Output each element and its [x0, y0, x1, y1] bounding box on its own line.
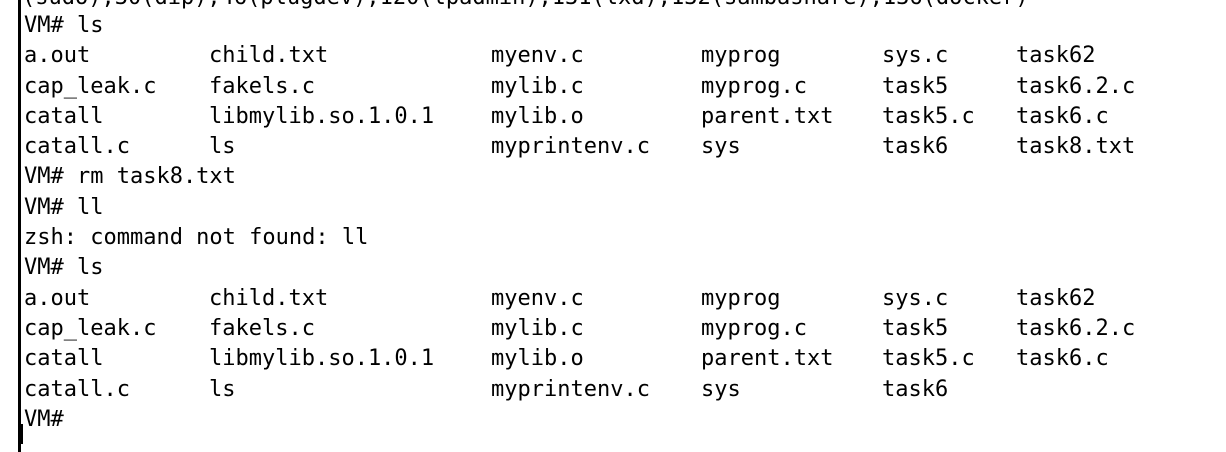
file-entry: myprog.c: [701, 73, 807, 99]
terminal-cursor: [18, 424, 23, 444]
ls-output-row: a.out child.txt myenv.c myprog sys.c task62: [24, 284, 1095, 314]
file-entry: task5.c: [882, 346, 975, 372]
file-entry: myprintenv.c: [491, 134, 650, 160]
ls-output-row: a.out child.txt myenv.c myprog sys.c task62: [24, 41, 1095, 71]
terminal-output: VM# ls a.out child.txt myenv.c myprog sys.c ta…: [24, 11, 1135, 435]
file-entry: task62: [1016, 43, 1096, 69]
ls-output-row: catall libmylib.so.1.0.1 mylib.o parent.txt…: [24, 344, 1109, 374]
file-entry: task6: [882, 134, 949, 160]
file-entry: child.txt: [209, 285, 329, 311]
file-entry: catall: [24, 346, 104, 372]
file-entry: ls: [209, 134, 236, 160]
file-entry: myprintenv.c: [491, 376, 650, 402]
file-entry: task5: [882, 73, 949, 99]
file-entry: sys: [701, 376, 741, 402]
command-line: VM# ls: [24, 13, 104, 38]
file-entry: task8.txt: [1016, 134, 1136, 160]
file-entry: a.out: [24, 285, 91, 311]
file-entry: myenv.c: [491, 285, 584, 311]
ls-output-row: catall.c ls myprintenv.c sys task6: [24, 375, 948, 405]
file-entry: cap_leak.c: [24, 315, 157, 341]
terminal-left-border: [18, 0, 21, 452]
file-entry: task6.2.c: [1016, 73, 1136, 99]
ls-output-row: catall.c ls myprintenv.c sys task6 task8.txt: [24, 132, 1135, 162]
output-line: zsh: command not found: ll: [24, 225, 369, 251]
file-entry: sys.c: [882, 43, 949, 69]
file-entry: cap_leak.c: [24, 73, 157, 99]
command-line: VM# ll: [24, 194, 104, 220]
file-entry: fakels.c: [209, 73, 315, 99]
file-entry: myprog: [701, 285, 781, 311]
file-entry: parent.txt: [701, 346, 834, 372]
file-entry: task6: [882, 376, 949, 402]
file-entry: catall.c: [24, 376, 130, 402]
ls-output-row: catall libmylib.so.1.0.1 mylib.o parent.txt…: [24, 102, 1109, 132]
command-line: VM# rm task8.txt: [24, 164, 236, 190]
command-line: VM#: [24, 406, 64, 432]
file-entry: myprog.c: [701, 315, 807, 341]
file-entry: parent.txt: [701, 103, 834, 129]
file-entry: child.txt: [209, 43, 329, 69]
file-entry: libmylib.so.1.0.1: [209, 103, 435, 129]
file-entry: myprog: [701, 43, 781, 69]
file-entry: ls: [209, 376, 236, 402]
file-entry: mylib.c: [491, 73, 584, 99]
file-entry: sys.c: [882, 285, 949, 311]
file-entry: fakels.c: [209, 315, 315, 341]
terminal-window[interactable]: (sudo),30(dip),46(plugdev),120(lpadmin),…: [0, 0, 1226, 452]
file-entry: catall: [24, 103, 104, 129]
file-entry: task6.c: [1016, 346, 1109, 372]
file-entry: mylib.c: [491, 315, 584, 341]
file-entry: task5: [882, 315, 949, 341]
file-entry: libmylib.so.1.0.1: [209, 346, 435, 372]
file-entry: task62: [1016, 285, 1096, 311]
file-entry: mylib.o: [491, 346, 584, 372]
file-entry: catall.c: [24, 134, 130, 160]
ls-output-row: cap_leak.c fakels.c mylib.c myprog.c task5 ta…: [24, 72, 1135, 102]
file-entry: sys: [701, 134, 741, 160]
ls-output-row: cap_leak.c fakels.c mylib.c myprog.c task5 ta…: [24, 314, 1135, 344]
file-entry: a.out: [24, 43, 91, 69]
command-line: VM# ls: [24, 255, 104, 281]
file-entry: mylib.o: [491, 103, 584, 129]
file-entry: task6.2.c: [1016, 315, 1136, 341]
file-entry: task6.c: [1016, 103, 1109, 129]
file-entry: myenv.c: [491, 43, 584, 69]
file-entry: task5.c: [882, 103, 975, 129]
